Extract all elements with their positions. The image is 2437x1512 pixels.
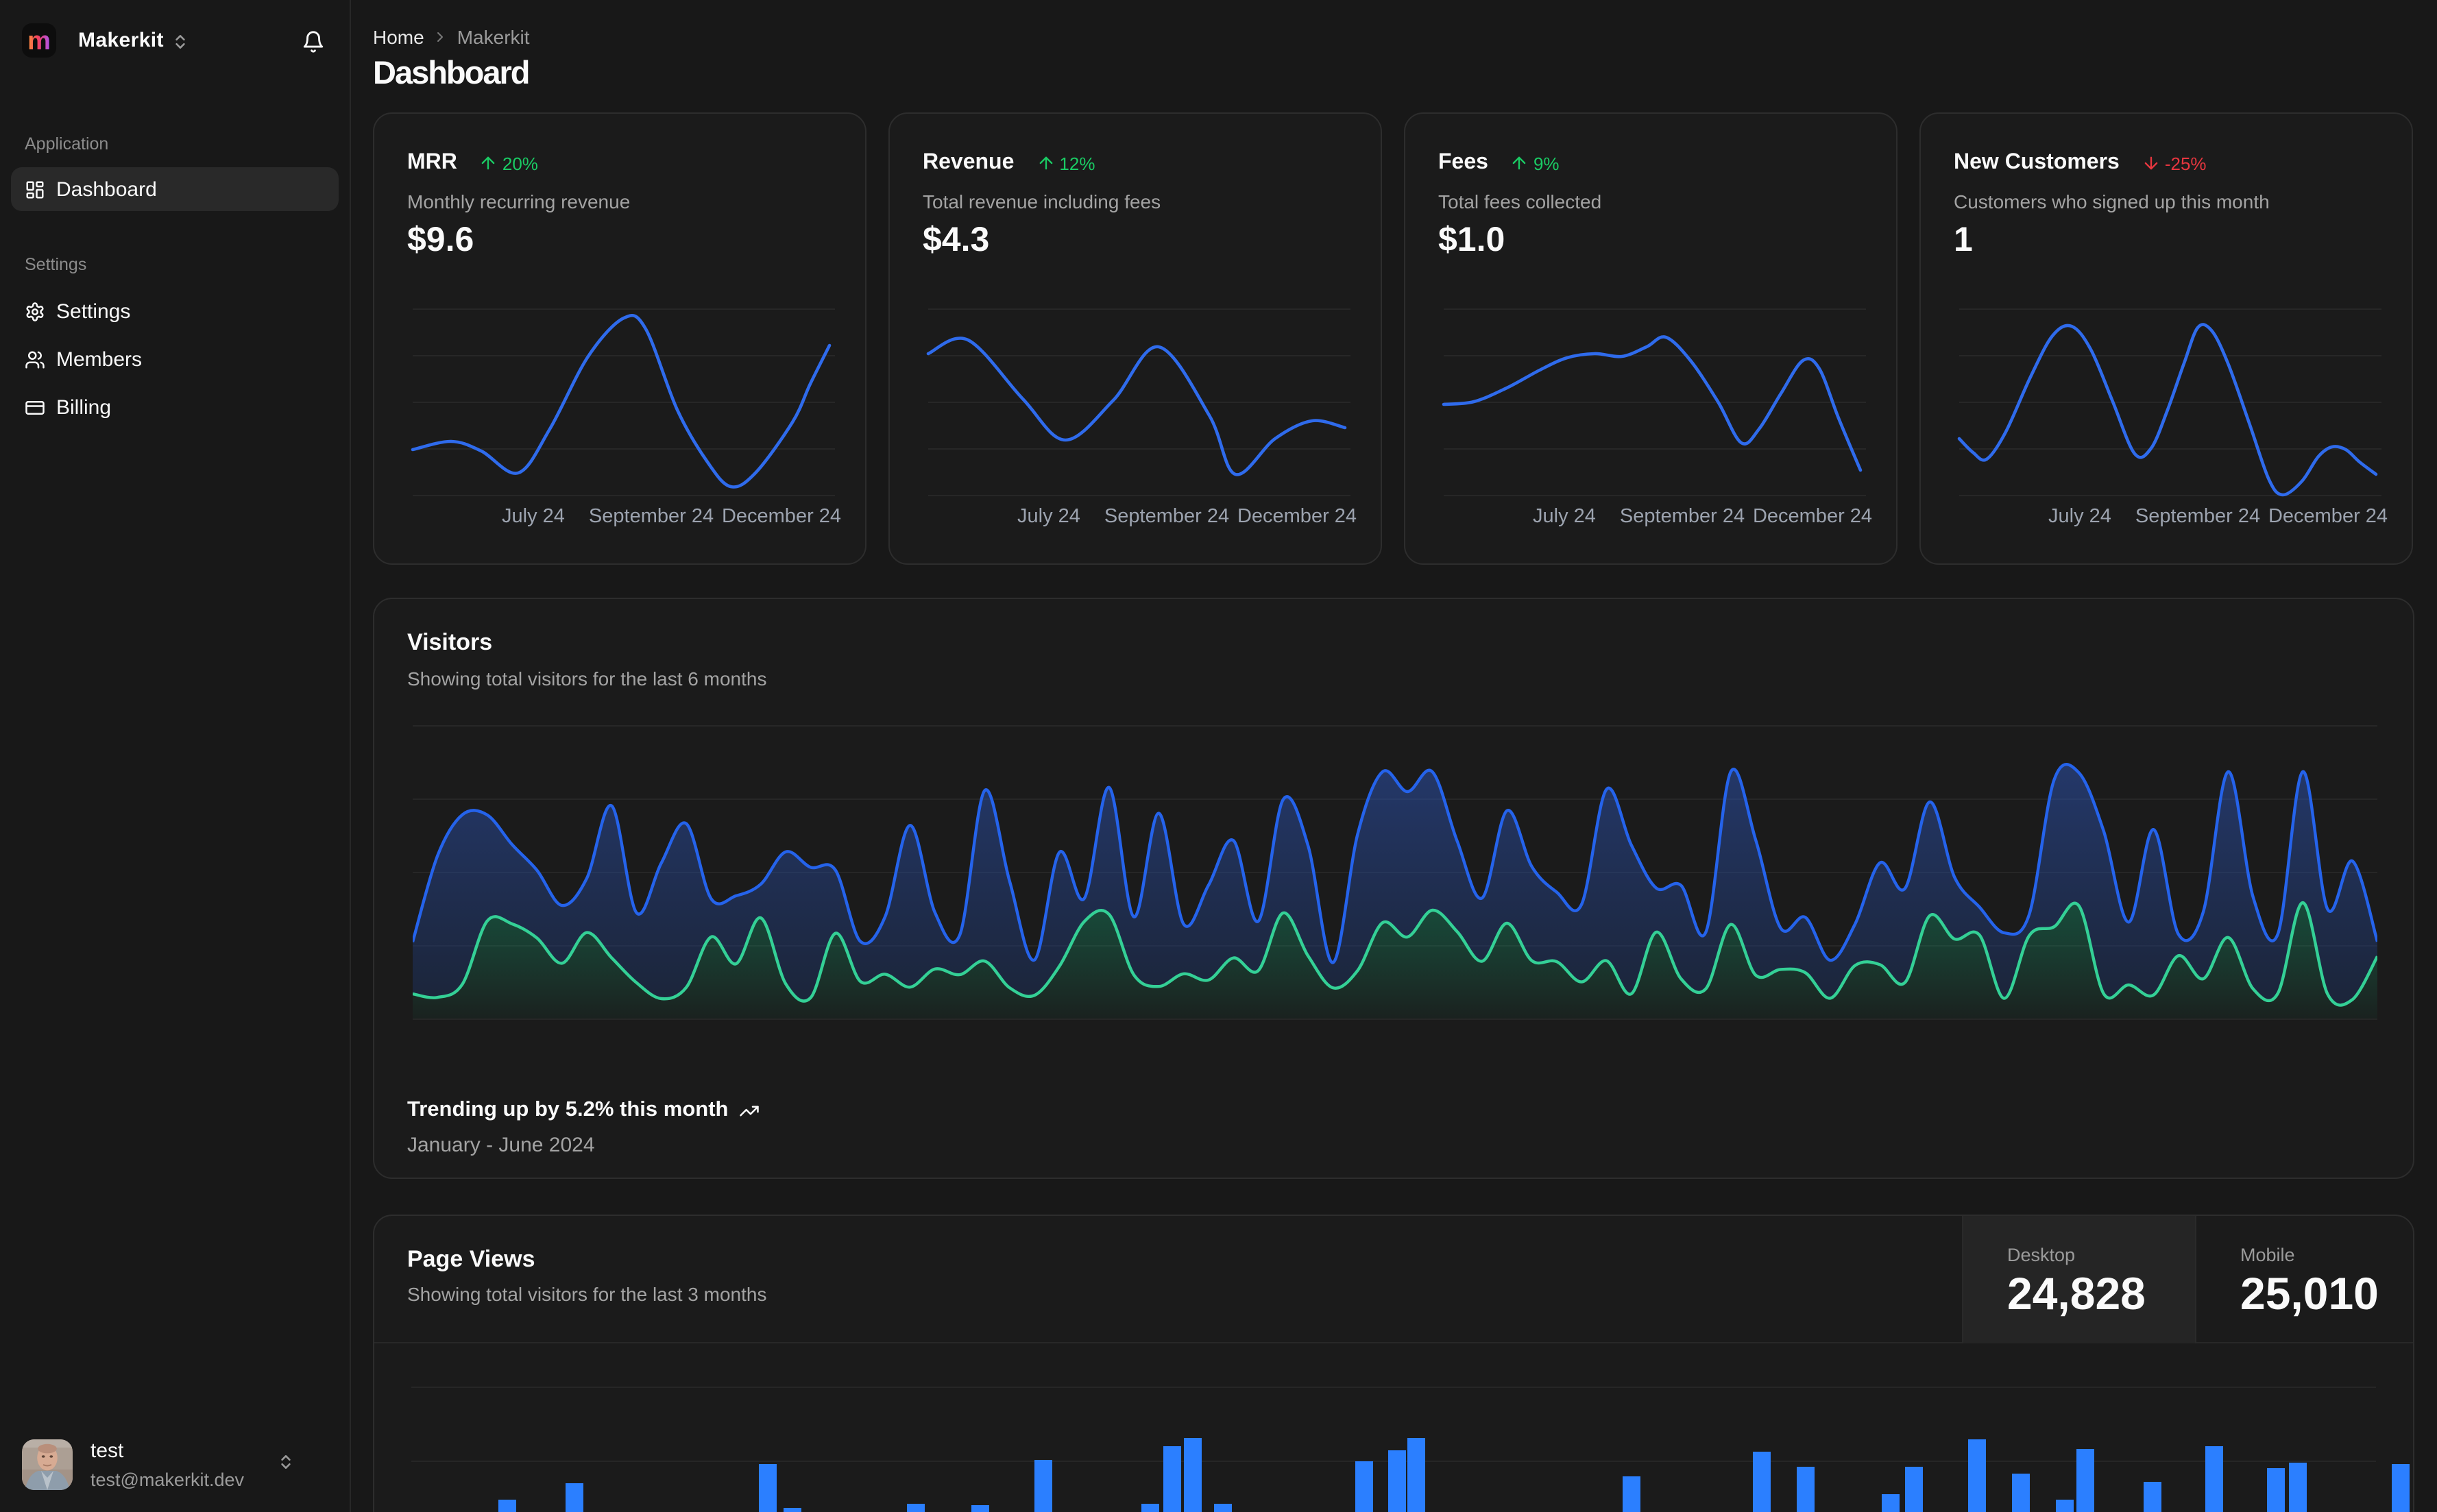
svg-text:July 24: July 24 <box>1017 505 1080 527</box>
svg-text:m: m <box>27 27 51 56</box>
svg-text:September 24: September 24 <box>1104 505 1229 527</box>
svg-text:September 24: September 24 <box>1620 505 1745 527</box>
svg-text:July 24: July 24 <box>2048 505 2111 527</box>
svg-text:July 24: July 24 <box>1533 505 1596 527</box>
svg-text:December 24: December 24 <box>1237 505 1357 527</box>
svg-text:December 24: December 24 <box>2268 505 2388 527</box>
svg-text:December 24: December 24 <box>1753 505 1872 527</box>
svg-text:December 24: December 24 <box>722 505 841 527</box>
svg-text:September 24: September 24 <box>589 505 714 527</box>
svg-text:July 24: July 24 <box>502 505 565 527</box>
svg-text:September 24: September 24 <box>2135 505 2260 527</box>
